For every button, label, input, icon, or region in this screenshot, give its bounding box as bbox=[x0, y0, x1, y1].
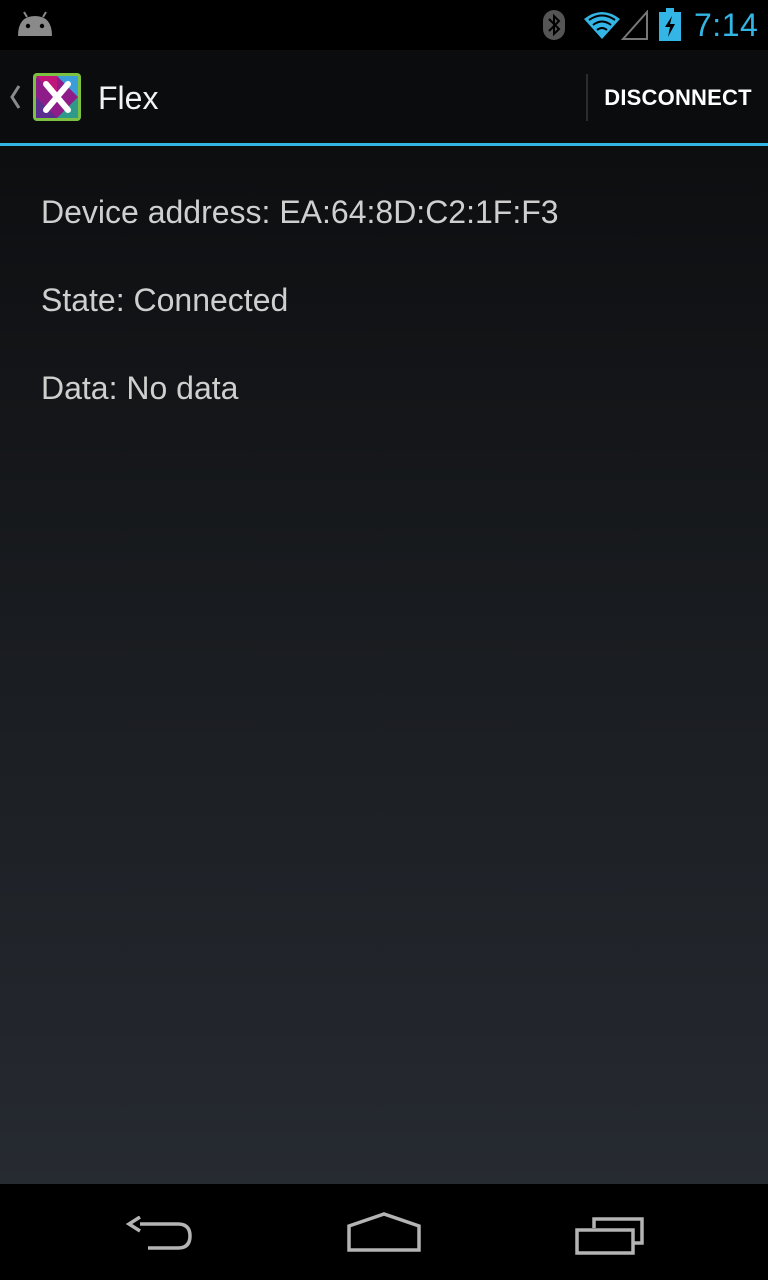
app-title: Flex bbox=[98, 80, 159, 116]
battery-charging-icon bbox=[658, 8, 682, 47]
wifi-icon bbox=[583, 10, 621, 45]
status-clock: 7:14 bbox=[694, 7, 759, 43]
screen: 7:14 Flex DISCONNECT Device address: EA:… bbox=[0, 0, 768, 1280]
recents-icon bbox=[575, 1217, 644, 1255]
device-address-text: Device address: EA:64:8D:C2:1F:F3 bbox=[41, 194, 559, 230]
signal-icon bbox=[620, 9, 649, 45]
bluetooth-icon bbox=[542, 9, 566, 46]
status-bar: 7:14 bbox=[0, 0, 768, 50]
home-icon bbox=[347, 1212, 421, 1252]
back-button[interactable] bbox=[80, 1184, 240, 1280]
disconnect-button[interactable]: DISCONNECT bbox=[588, 50, 768, 143]
connection-state-text: State: Connected bbox=[41, 282, 289, 318]
data-value-text: Data: No data bbox=[41, 370, 239, 406]
flex-app-icon bbox=[32, 72, 82, 127]
home-button[interactable] bbox=[304, 1184, 464, 1280]
device-details: Device address: EA:64:8D:C2:1F:F3 State:… bbox=[0, 146, 768, 1184]
chevron-left-icon bbox=[8, 84, 22, 115]
navigation-bar bbox=[0, 1184, 768, 1280]
action-bar: Flex DISCONNECT bbox=[0, 50, 768, 146]
android-debug-icon bbox=[16, 10, 54, 43]
recents-button[interactable] bbox=[530, 1184, 690, 1280]
up-navigation-button[interactable]: Flex bbox=[0, 50, 180, 143]
back-icon bbox=[126, 1216, 192, 1250]
